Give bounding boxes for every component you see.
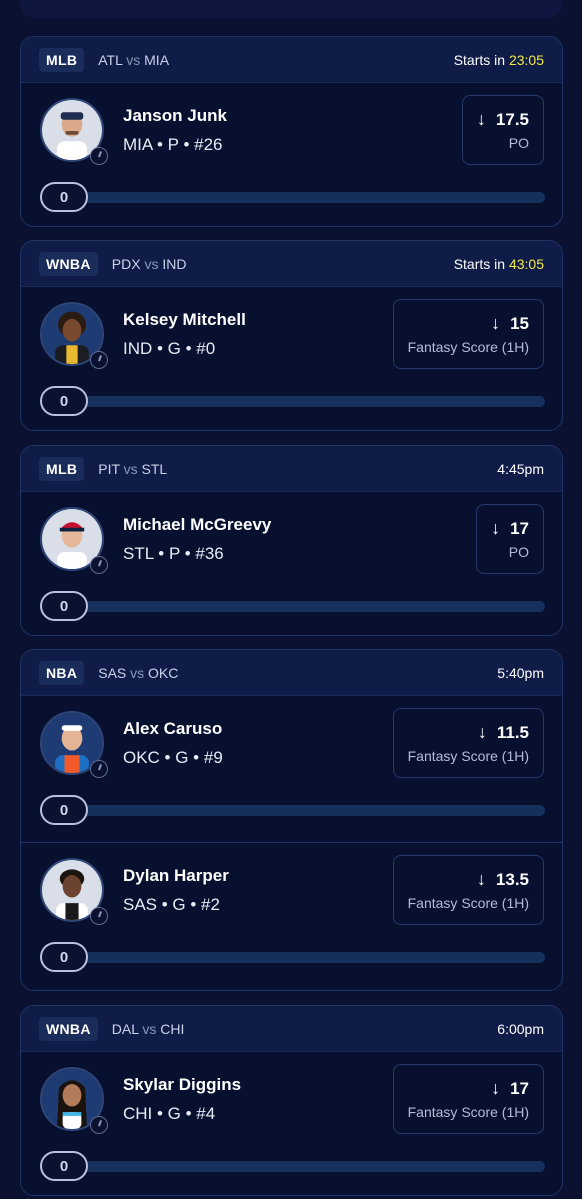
progress-value: 0 [40, 591, 88, 621]
card-header: NBA SAS vs OKC 5:40pm [21, 650, 562, 696]
arrow-down-icon: ↓ [477, 722, 487, 742]
clock-icon [90, 351, 108, 369]
progress-track [60, 192, 545, 203]
start-time: Starts in 43:05 [453, 255, 544, 272]
player-row: Dylan Harper SAS • G • #2 ↓ 13.5 Fantasy … [21, 842, 562, 990]
player-name[interactable]: Dylan Harper [123, 866, 229, 886]
progress-bar: 0 [40, 795, 545, 825]
start-time: 6:00pm [497, 1020, 544, 1037]
progress-track [60, 805, 545, 816]
league-badge: MLB [39, 456, 85, 481]
matchup: SAS vs OKC [98, 664, 179, 681]
player-name[interactable]: Kelsey Mitchell [123, 310, 246, 330]
card-header: WNBA DAL vs CHI 6:00pm [21, 1006, 562, 1052]
progress-value: 0 [40, 1151, 88, 1181]
matchup: PIT vs STL [98, 460, 168, 477]
clock-icon [90, 147, 108, 165]
countdown: 23:05 [508, 51, 544, 68]
clock-icon [90, 907, 108, 925]
player-row: Janson Junk MIA • P • #26 ↓ 17.5 PO 0 [21, 83, 562, 226]
progress-bar: 0 [40, 182, 545, 212]
league-badge: MLB [39, 47, 85, 72]
start-time: Starts in 23:05 [453, 51, 544, 68]
start-time: 4:45pm [497, 460, 544, 477]
player-meta: CHI • G • #4 [123, 1104, 216, 1123]
line-value: ↓ 15 [491, 313, 529, 333]
pick-card-mlb-pit-stl[interactable]: MLB PIT vs STL 4:45pm Michael McGreevy S… [20, 445, 563, 636]
progress-value: 0 [40, 386, 88, 416]
clock-icon [90, 556, 108, 574]
stat-type: PO [508, 135, 529, 151]
projection-box[interactable]: ↓ 17 PO [476, 504, 544, 574]
card-header: WNBA PDX vs IND Starts in 43:05 [21, 241, 562, 287]
progress-value: 0 [40, 942, 88, 972]
player-name[interactable]: Janson Junk [123, 106, 227, 126]
projection-box[interactable]: ↓ 17.5 PO [461, 95, 544, 165]
player-row: Skylar Diggins CHI • G • #4 ↓ 17 Fantasy … [21, 1052, 562, 1195]
projection-box[interactable]: ↓ 13.5 Fantasy Score (1H) [392, 855, 544, 925]
stat-type: Fantasy Score (1H) [407, 1104, 529, 1120]
stat-type: Fantasy Score (1H) [407, 895, 529, 911]
line-value: ↓ 17 [491, 518, 529, 538]
clock-icon [90, 760, 108, 778]
matchup: PDX vs IND [111, 255, 187, 272]
arrow-down-icon: ↓ [476, 869, 486, 889]
progress-track [60, 1161, 545, 1172]
progress-bar: 0 [40, 591, 545, 621]
player-meta: SAS • G • #2 [123, 895, 220, 914]
matchup: ATL vs MIA [98, 51, 170, 68]
player-name[interactable]: Alex Caruso [123, 719, 222, 739]
progress-value: 0 [40, 795, 88, 825]
projection-box[interactable]: ↓ 11.5 Fantasy Score (1H) [392, 708, 544, 778]
league-badge: NBA [39, 660, 85, 685]
arrow-down-icon: ↓ [491, 313, 501, 333]
projection-box[interactable]: ↓ 15 Fantasy Score (1H) [392, 299, 544, 369]
projection-box[interactable]: ↓ 17 Fantasy Score (1H) [392, 1064, 544, 1134]
arrow-down-icon: ↓ [491, 1078, 501, 1098]
top-band [20, 0, 562, 18]
arrow-down-icon: ↓ [476, 109, 486, 129]
start-time: 5:40pm [497, 664, 544, 681]
stat-type: PO [508, 544, 529, 560]
pick-card-wnba-dal-chi[interactable]: WNBA DAL vs CHI 6:00pm Skylar Diggins CH… [20, 1005, 563, 1196]
line-value: ↓ 17.5 [476, 109, 529, 129]
card-header: MLB PIT vs STL 4:45pm [21, 446, 562, 492]
player-meta: IND • G • #0 [123, 339, 216, 358]
stat-type: Fantasy Score (1H) [407, 748, 529, 764]
player-row: Kelsey Mitchell IND • G • #0 ↓ 15 Fantasy… [21, 287, 562, 430]
progress-bar: 0 [40, 1151, 545, 1181]
league-badge: WNBA [39, 251, 98, 276]
arrow-down-icon: ↓ [491, 518, 501, 538]
line-value: ↓ 13.5 [476, 869, 529, 889]
progress-value: 0 [40, 182, 88, 212]
progress-track [60, 952, 545, 963]
pick-card-wnba-pdx-ind[interactable]: WNBA PDX vs IND Starts in 43:05 Kelsey M… [20, 240, 563, 431]
progress-track [60, 396, 545, 407]
line-value: ↓ 17 [491, 1078, 529, 1098]
player-meta: OKC • G • #9 [123, 748, 223, 767]
player-row: Michael McGreevy STL • P • #36 ↓ 17 PO 0 [21, 492, 562, 635]
progress-bar: 0 [40, 942, 545, 972]
card-header: MLB ATL vs MIA Starts in 23:05 [21, 37, 562, 83]
countdown: 43:05 [508, 255, 544, 272]
player-name[interactable]: Skylar Diggins [123, 1075, 241, 1095]
player-name[interactable]: Michael McGreevy [123, 515, 271, 535]
pick-card-nba-sas-okc[interactable]: NBA SAS vs OKC 5:40pm Alex Caruso OKC • … [20, 649, 563, 991]
player-meta: STL • P • #36 [123, 544, 224, 563]
clock-icon [90, 1116, 108, 1134]
league-badge: WNBA [39, 1016, 98, 1041]
matchup: DAL vs CHI [111, 1020, 185, 1037]
player-meta: MIA • P • #26 [123, 135, 223, 154]
progress-track [60, 601, 545, 612]
pick-card-mlb-atl-mia[interactable]: MLB ATL vs MIA Starts in 23:05 Janson Ju… [20, 36, 563, 227]
progress-bar: 0 [40, 386, 545, 416]
line-value: ↓ 11.5 [477, 722, 529, 742]
stat-type: Fantasy Score (1H) [407, 339, 529, 355]
player-row: Alex Caruso OKC • G • #9 ↓ 11.5 Fantasy S… [21, 696, 562, 842]
